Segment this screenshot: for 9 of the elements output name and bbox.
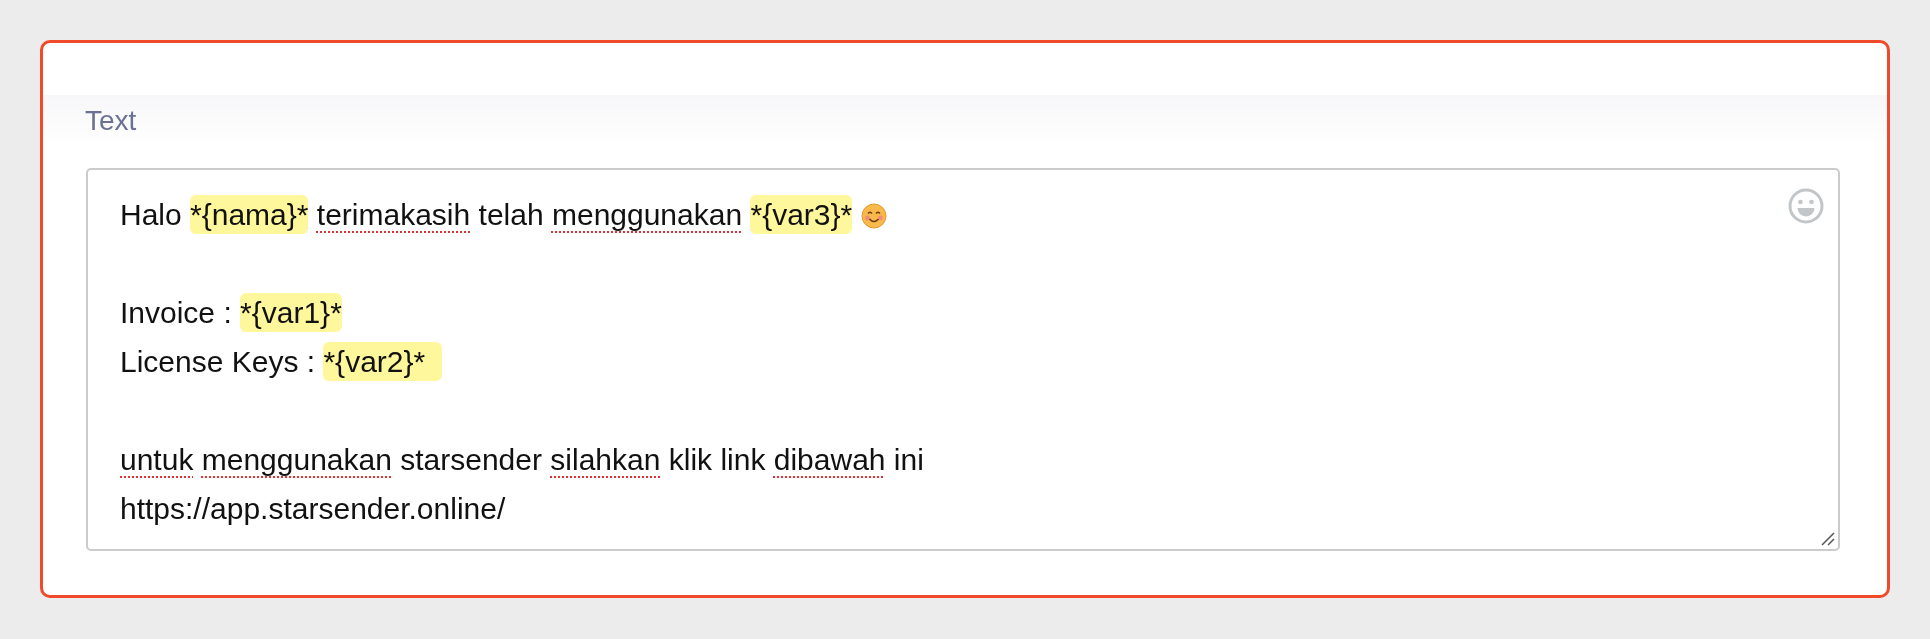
message-field[interactable]: Halo *{nama}* terimakasih telah menggunakan *{var3}* Invoice : *{var1}* License Keys : *{var2}* untuk menggunakan starsender silahkan klik link dibawah ini https://app.starsender.online/ bbox=[86, 168, 1840, 551]
message-line: Halo *{nama}* terimakasih telah menggunakan *{var3}* bbox=[120, 190, 887, 239]
message-line: Invoice : *{var1}* bbox=[120, 288, 342, 337]
field-label: Text bbox=[85, 105, 137, 136]
message-line: untuk menggunakan starsender silahkan klik link dibawah ini bbox=[120, 442, 924, 478]
resize-handle-icon[interactable] bbox=[1821, 532, 1835, 546]
message-line: License Keys : *{var2}* bbox=[120, 337, 442, 386]
smiling-face-icon bbox=[860, 203, 887, 229]
message-line: https://app.starsender.online/ bbox=[120, 491, 506, 527]
